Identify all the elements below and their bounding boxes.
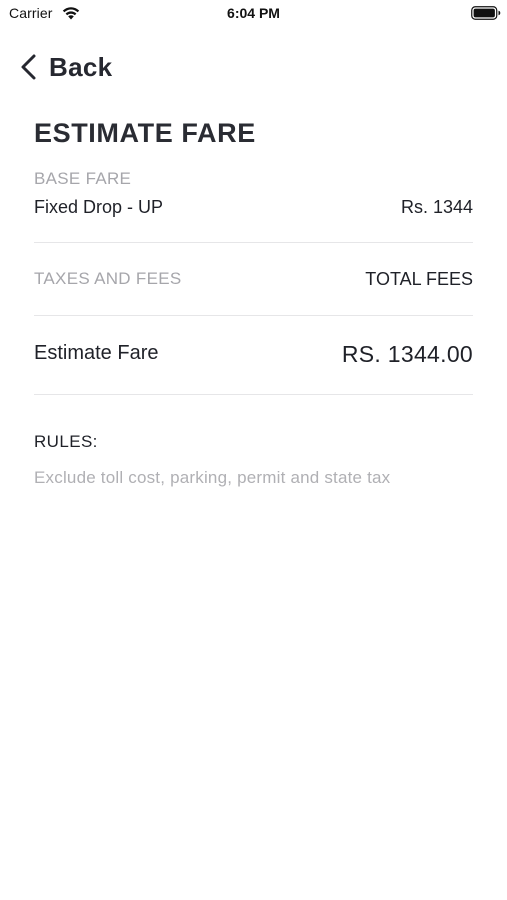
estimate-fare-value: RS. 1344.00 xyxy=(341,341,473,367)
divider xyxy=(34,315,473,316)
status-bar: Carrier 6:04 PM xyxy=(0,0,507,28)
chevron-left-icon xyxy=(21,54,36,80)
battery-icon xyxy=(471,6,501,20)
rules-text: Exclude toll cost, parking, permit and s… xyxy=(34,468,391,487)
clock-time: 6:04 PM xyxy=(227,5,280,21)
divider xyxy=(34,394,473,395)
rules-heading: RULES: xyxy=(34,432,98,451)
estimate-fare-label: Estimate Fare xyxy=(34,342,159,364)
divider xyxy=(34,242,473,243)
base-fare-item: Fixed Drop - UP xyxy=(34,197,164,217)
base-fare-label: BASE FARE xyxy=(34,169,132,188)
page-title: ESTIMATE FARE xyxy=(34,118,256,148)
back-button[interactable]: Back xyxy=(18,50,112,84)
taxes-fees-label: TAXES AND FEES xyxy=(34,269,182,288)
back-label: Back xyxy=(49,51,113,82)
total-fees-value: TOTAL FEES xyxy=(365,269,473,289)
base-fare-amount: Rs. 1344 xyxy=(400,197,473,217)
